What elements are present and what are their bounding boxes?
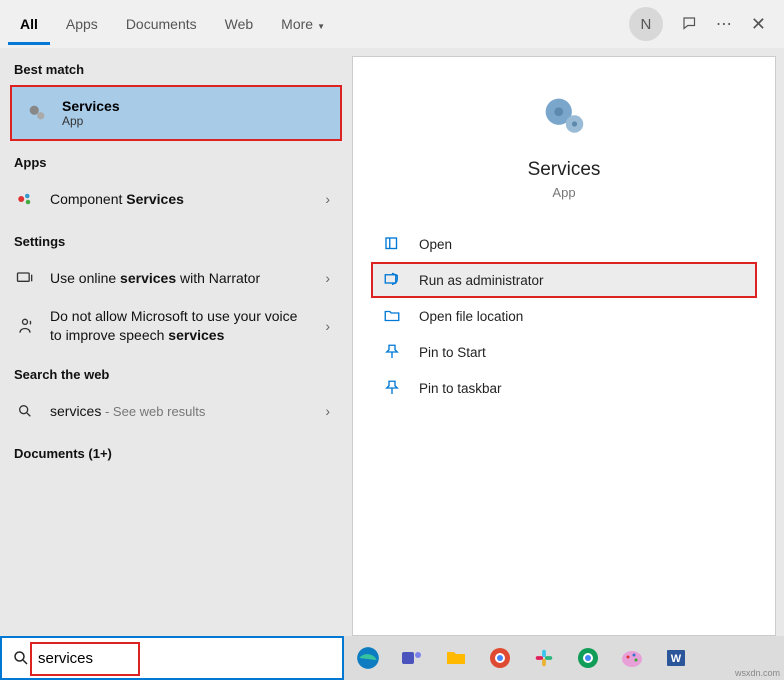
filter-tabs: All Apps Documents Web More▼ — [8, 4, 337, 45]
narrator-icon — [14, 267, 36, 289]
taskbar-chrome[interactable] — [480, 640, 520, 676]
section-documents: Documents (1+) — [0, 432, 344, 469]
action-pin-taskbar[interactable]: Pin to taskbar — [353, 370, 775, 406]
result-speech-services[interactable]: Do not allow Microsoft to use your voice… — [0, 299, 344, 353]
tab-all[interactable]: All — [8, 4, 50, 45]
result-component-services[interactable]: Component Services › — [0, 178, 344, 220]
chevron-right-icon: › — [325, 318, 330, 334]
pin-taskbar-icon — [383, 379, 401, 397]
tab-apps[interactable]: Apps — [54, 4, 110, 45]
svg-text:W: W — [671, 653, 682, 665]
user-avatar[interactable]: N — [629, 7, 663, 41]
section-best-match: Best match — [0, 48, 344, 85]
best-match-subtitle: App — [62, 114, 120, 128]
chevron-right-icon: › — [325, 191, 330, 207]
admin-icon — [383, 271, 401, 289]
results-panel: Best match Services App Apps Component S… — [0, 48, 344, 636]
pin-start-icon — [383, 343, 401, 361]
action-open[interactable]: Open — [353, 226, 775, 262]
watermark: wsxdn.com — [735, 668, 780, 678]
taskbar-edge[interactable] — [348, 640, 388, 676]
search-input[interactable] — [38, 650, 332, 667]
section-web: Search the web — [0, 353, 344, 390]
preview-panel: Services App Open Run as administrator O… — [352, 56, 776, 636]
chevron-right-icon: › — [325, 403, 330, 419]
taskbar-explorer[interactable] — [436, 640, 476, 676]
taskbar-teams[interactable] — [392, 640, 432, 676]
taskbar: W — [344, 636, 784, 680]
section-settings: Settings — [0, 220, 344, 257]
tab-more[interactable]: More▼ — [269, 4, 337, 45]
taskbar-paint[interactable] — [612, 640, 652, 676]
preview-subtitle: App — [353, 185, 775, 200]
options-icon[interactable]: ⋯ — [707, 14, 741, 34]
search-icon — [12, 649, 30, 667]
speech-icon — [14, 315, 36, 337]
gear-icon — [26, 102, 48, 124]
action-open-location[interactable]: Open file location — [353, 298, 775, 334]
tab-web[interactable]: Web — [213, 4, 266, 45]
close-button[interactable]: ✕ — [741, 14, 776, 35]
preview-title: Services — [353, 159, 775, 181]
action-run-as-admin[interactable]: Run as administrator — [371, 262, 757, 298]
search-bar[interactable] — [0, 636, 344, 680]
search-icon — [14, 400, 36, 422]
taskbar-chrome2[interactable] — [568, 640, 608, 676]
result-web-services[interactable]: services - See web results › — [0, 390, 344, 432]
open-icon — [383, 235, 401, 253]
chevron-right-icon: › — [325, 270, 330, 286]
services-app-icon — [536, 89, 592, 145]
search-header: All Apps Documents Web More▼ N ⋯ ✕ — [0, 0, 784, 48]
action-pin-start[interactable]: Pin to Start — [353, 334, 775, 370]
taskbar-word[interactable]: W — [656, 640, 696, 676]
section-apps: Apps — [0, 141, 344, 178]
best-match-services[interactable]: Services App — [10, 85, 342, 141]
taskbar-slack[interactable] — [524, 640, 564, 676]
best-match-title: Services — [62, 98, 120, 114]
result-narrator-services[interactable]: Use online services with Narrator › — [0, 257, 344, 299]
folder-icon — [383, 307, 401, 325]
tab-documents[interactable]: Documents — [114, 4, 209, 45]
feedback-icon[interactable] — [673, 15, 707, 33]
components-icon — [14, 188, 36, 210]
